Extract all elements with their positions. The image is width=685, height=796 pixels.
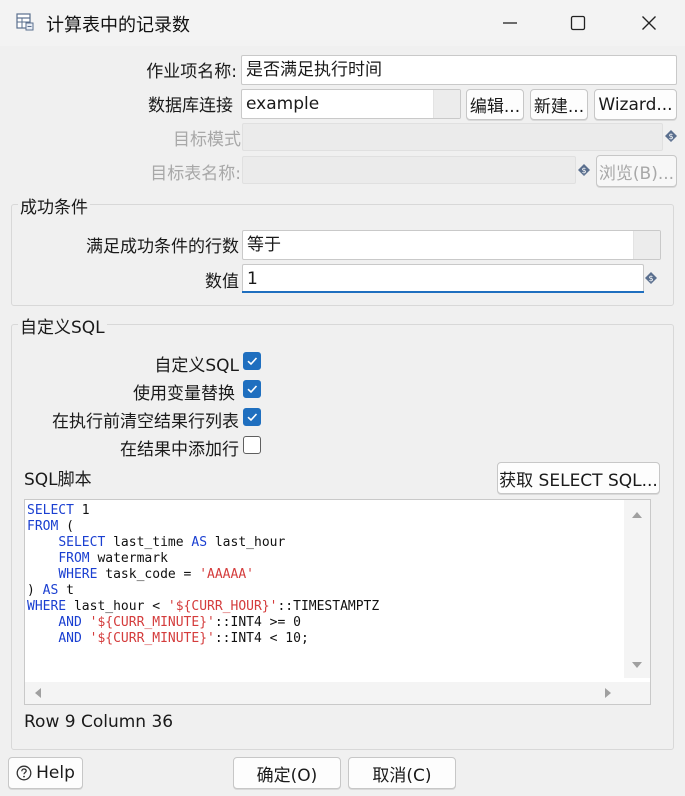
maximize-icon [570, 15, 586, 31]
row-count-condition-value: 等于 [247, 235, 281, 255]
table-count-icon [16, 13, 34, 31]
sql-text: ( [58, 519, 74, 534]
sql-editor[interactable]: SELECT 1 FROM ( SELECT last_time AS last… [24, 499, 651, 705]
variable-substitution-label: 使用变量替换 [133, 384, 235, 404]
add-rows-to-result-label: 在结果中添加行 [120, 440, 239, 460]
get-select-sql-button[interactable]: 获取 SELECT SQL... [497, 462, 660, 494]
svg-text:$: $ [648, 274, 653, 283]
value-input[interactable]: 1 [242, 264, 644, 292]
minimize-icon [503, 22, 517, 24]
sql-string: '${CURR_HOUR}' [167, 599, 278, 614]
sql-text: ::INT4 >= 0 [214, 615, 301, 630]
custom-sql-title: 自定义SQL [18, 313, 107, 338]
sql-keyword: SELECT [58, 535, 106, 550]
sql-string: 'AAAAA' [199, 567, 254, 582]
browse-button[interactable]: 浏览(B)... [596, 155, 677, 187]
svg-text:$: $ [668, 132, 673, 141]
sql-script-label: SQL脚本 [24, 470, 92, 490]
horizontal-scrollbar[interactable] [25, 682, 650, 704]
clear-result-rows-checkbox[interactable] [243, 408, 261, 426]
clear-result-rows-label: 在执行前清空结果行列表 [52, 412, 239, 432]
sql-text: last_time [105, 535, 192, 550]
sql-text: ::TIMESTAMPTZ [277, 599, 380, 614]
target-table-input[interactable] [242, 156, 576, 184]
sql-keyword: AND [58, 615, 82, 630]
close-icon [642, 16, 656, 30]
db-connection-label: 数据库连接 [148, 96, 233, 116]
sql-keyword: AS [191, 535, 208, 550]
scroll-right-icon[interactable] [603, 687, 613, 699]
add-rows-to-result-checkbox[interactable] [243, 436, 261, 454]
close-button[interactable] [620, 0, 678, 46]
sql-text: task_code = [97, 567, 200, 582]
edit-connection-button[interactable]: 编辑... [466, 89, 524, 120]
checkmark-icon [247, 413, 258, 422]
help-button-label: Help [36, 763, 75, 783]
sql-text: last_hour < [66, 599, 168, 614]
sql-keyword: WHERE [27, 599, 67, 614]
db-connection-select[interactable]: example [241, 89, 461, 119]
svg-text:$: $ [581, 166, 586, 175]
row-count-condition-dropdown-arrow[interactable] [633, 231, 660, 259]
variable-icon: $ [645, 272, 657, 284]
cursor-position-status: Row 9 Column 36 [24, 712, 174, 732]
maximize-button[interactable] [549, 0, 607, 46]
value-input-focus-line [242, 291, 644, 293]
target-schema-input[interactable] [242, 123, 663, 151]
help-icon [16, 765, 32, 781]
new-connection-button[interactable]: 新建... [530, 89, 588, 120]
sql-text: 1 [73, 503, 90, 518]
sql-text: ) [27, 583, 43, 598]
target-table-label: 目标表名称: [150, 164, 241, 184]
vertical-scrollbar[interactable] [624, 500, 650, 678]
checkmark-icon [247, 385, 258, 394]
custom-sql-checkbox[interactable] [243, 352, 261, 370]
scroll-down-icon[interactable] [631, 660, 643, 670]
sql-keyword: FROM [58, 551, 90, 566]
ok-button[interactable]: 确定(O) [233, 757, 341, 789]
minimize-button[interactable] [481, 0, 539, 46]
value-label: 数值 [205, 272, 239, 292]
wizard-button[interactable]: Wizard... [594, 89, 677, 120]
target-schema-label: 目标模式 [173, 130, 241, 150]
success-condition-title: 成功条件 [18, 193, 90, 218]
help-button[interactable]: Help [8, 757, 83, 789]
sql-code-text[interactable]: SELECT 1 FROM ( SELECT last_time AS last… [27, 503, 379, 647]
sql-text: last_hour [207, 535, 286, 550]
job-name-input[interactable]: 是否满足执行时间 [241, 55, 677, 85]
db-connection-dropdown-arrow[interactable] [433, 90, 460, 118]
variable-icon: $ [665, 130, 677, 142]
job-name-label: 作业项名称: [146, 62, 237, 82]
cancel-button[interactable]: 取消(C) [348, 757, 456, 789]
db-connection-value: example [246, 94, 320, 114]
scroll-up-icon[interactable] [631, 510, 643, 520]
scroll-left-icon[interactable] [33, 687, 43, 699]
row-count-condition-label: 满足成功条件的行数 [86, 237, 239, 257]
sql-keyword: FROM [27, 519, 59, 534]
sql-keyword: SELECT [27, 503, 74, 518]
sql-text: t [58, 583, 74, 598]
sql-string: '${CURR_MINUTE}' [89, 631, 215, 646]
sql-text: watermark [89, 551, 168, 566]
sql-string: '${CURR_MINUTE}' [89, 615, 215, 630]
checkmark-icon [247, 357, 258, 366]
window-title: 计算表中的记录数 [46, 15, 190, 36]
variable-icon: $ [578, 164, 590, 176]
sql-keyword: WHERE [58, 567, 98, 582]
row-count-condition-select[interactable]: 等于 [242, 230, 661, 260]
custom-sql-option-label: 自定义SQL [154, 356, 239, 376]
sql-keyword: AND [58, 631, 82, 646]
sql-keyword: AS [42, 583, 59, 598]
variable-substitution-checkbox[interactable] [243, 380, 261, 398]
sql-text: ::INT4 < 10; [214, 631, 309, 646]
